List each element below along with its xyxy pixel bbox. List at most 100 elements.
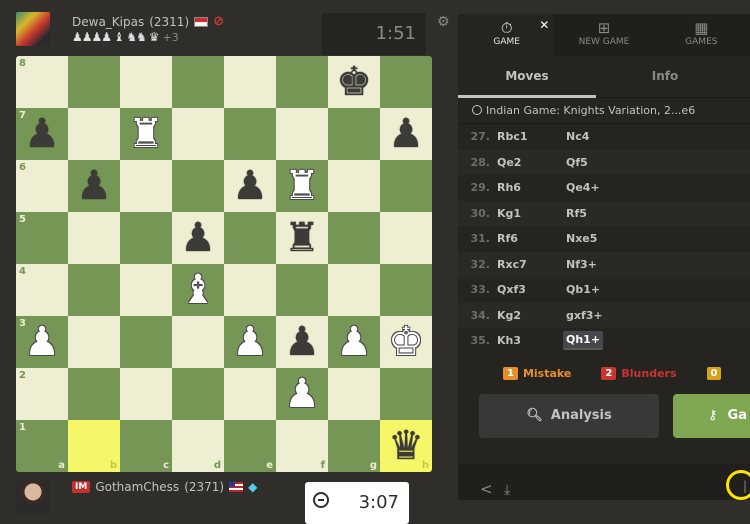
first-move-button[interactable]: | bbox=[726, 470, 750, 500]
square-h4[interactable] bbox=[380, 264, 432, 316]
white-move[interactable]: Kg1 bbox=[495, 207, 563, 220]
black-pawn-piece[interactable]: ♟ bbox=[284, 322, 320, 362]
black-move[interactable]: Nf3+ bbox=[563, 256, 600, 273]
square-f3[interactable]: ♟ bbox=[276, 316, 328, 368]
black-pawn-piece[interactable]: ♟ bbox=[24, 114, 60, 154]
square-d3[interactable] bbox=[172, 316, 224, 368]
black-move[interactable]: Rf5 bbox=[563, 205, 590, 222]
top-player-avatar[interactable] bbox=[16, 12, 50, 46]
square-h6[interactable] bbox=[380, 160, 432, 212]
square-b8[interactable] bbox=[68, 56, 120, 108]
square-e3[interactable]: ♟ bbox=[224, 316, 276, 368]
square-h8[interactable] bbox=[380, 56, 432, 108]
black-queen-piece[interactable]: ♛ bbox=[388, 426, 424, 466]
tab-new-game[interactable]: ⊞ NEW GAME bbox=[555, 14, 653, 56]
download-icon[interactable]: ⤓ bbox=[504, 482, 510, 498]
square-a2[interactable]: 2 bbox=[16, 368, 68, 420]
white-bishop-piece[interactable]: ♝ bbox=[180, 270, 216, 310]
square-e7[interactable] bbox=[224, 108, 276, 160]
square-d7[interactable] bbox=[172, 108, 224, 160]
white-move[interactable]: Kg2 bbox=[495, 309, 563, 322]
square-a5[interactable]: 5 bbox=[16, 212, 68, 264]
white-rook-piece[interactable]: ♜ bbox=[284, 166, 320, 206]
stat-blunders[interactable]: 2 Blunders bbox=[601, 367, 677, 380]
square-h1[interactable]: h ♛ bbox=[380, 420, 432, 472]
black-pawn-piece[interactable]: ♟ bbox=[388, 114, 424, 154]
square-h3[interactable]: ♚ bbox=[380, 316, 432, 368]
square-c2[interactable] bbox=[120, 368, 172, 420]
square-e5[interactable] bbox=[224, 212, 276, 264]
black-king-piece[interactable]: ♚ bbox=[336, 62, 372, 102]
black-pawn-piece[interactable]: ♟ bbox=[76, 166, 112, 206]
square-f6[interactable]: ♜ bbox=[276, 160, 328, 212]
black-move[interactable]: Qh1+ bbox=[563, 331, 604, 351]
square-c5[interactable] bbox=[120, 212, 172, 264]
square-c4[interactable] bbox=[120, 264, 172, 316]
white-move[interactable]: Qe2 bbox=[495, 156, 563, 169]
square-h7[interactable]: ♟ bbox=[380, 108, 432, 160]
white-move[interactable]: Kh3 bbox=[495, 334, 563, 347]
black-pawn-piece[interactable]: ♟ bbox=[232, 166, 268, 206]
white-pawn-piece[interactable]: ♟ bbox=[284, 374, 320, 414]
square-a8[interactable]: 8 bbox=[16, 56, 68, 108]
square-f5[interactable]: ♜ bbox=[276, 212, 328, 264]
opening-name[interactable]: Indian Game: Knights Variation, 2...e6 bbox=[458, 98, 750, 124]
square-h2[interactable] bbox=[380, 368, 432, 420]
square-f1[interactable]: f bbox=[276, 420, 328, 472]
black-pawn-piece[interactable]: ♟ bbox=[180, 218, 216, 258]
square-b5[interactable] bbox=[68, 212, 120, 264]
white-move[interactable]: Rxc7 bbox=[495, 258, 563, 271]
share-icon[interactable]: < bbox=[480, 480, 493, 498]
chess-board[interactable]: 8 ♚ 7 ♟ ♜ ♟ 6 ♟ ♟ ♜ 5 ♟ ♜ 4 ♝ 3 ♟ ♟ ♟ ♟ ♚ 2 ♟ 1 a b c d e f g h ♛ bbox=[16, 56, 432, 472]
square-e8[interactable] bbox=[224, 56, 276, 108]
bottom-player-avatar[interactable] bbox=[16, 480, 50, 514]
stat-mistake[interactable]: 1 Mistake bbox=[503, 367, 571, 380]
square-a6[interactable]: 6 bbox=[16, 160, 68, 212]
square-c8[interactable] bbox=[120, 56, 172, 108]
square-d2[interactable] bbox=[172, 368, 224, 420]
square-c3[interactable] bbox=[120, 316, 172, 368]
white-rook-piece[interactable]: ♜ bbox=[128, 114, 164, 154]
black-move[interactable]: Qf5 bbox=[563, 154, 591, 171]
square-a4[interactable]: 4 bbox=[16, 264, 68, 316]
square-a1[interactable]: 1a bbox=[16, 420, 68, 472]
bottom-player-username[interactable]: GothamChess bbox=[95, 480, 179, 494]
square-f2[interactable]: ♟ bbox=[276, 368, 328, 420]
subtab-moves[interactable]: Moves bbox=[458, 56, 596, 98]
tab-game[interactable]: ⏱ GAME ✕ bbox=[458, 14, 556, 56]
close-icon[interactable]: ✕ bbox=[539, 18, 549, 32]
black-rook-piece[interactable]: ♜ bbox=[284, 218, 320, 258]
gear-icon[interactable]: ⚙ bbox=[437, 14, 450, 30]
white-move[interactable]: Qxf3 bbox=[495, 283, 563, 296]
square-b4[interactable] bbox=[68, 264, 120, 316]
square-g8[interactable]: ♚ bbox=[328, 56, 380, 108]
square-g6[interactable] bbox=[328, 160, 380, 212]
square-b3[interactable] bbox=[68, 316, 120, 368]
white-pawn-piece[interactable]: ♟ bbox=[336, 322, 372, 362]
black-move[interactable]: Qe4+ bbox=[563, 179, 603, 196]
square-e4[interactable] bbox=[224, 264, 276, 316]
square-g5[interactable] bbox=[328, 212, 380, 264]
square-a7[interactable]: 7 ♟ bbox=[16, 108, 68, 160]
white-move[interactable]: Rf6 bbox=[495, 232, 563, 245]
square-e1[interactable]: e bbox=[224, 420, 276, 472]
square-c6[interactable] bbox=[120, 160, 172, 212]
game-review-button[interactable]: ⚷ Ga bbox=[673, 393, 750, 438]
square-d1[interactable]: d bbox=[172, 420, 224, 472]
square-f8[interactable] bbox=[276, 56, 328, 108]
black-move[interactable]: Nc4 bbox=[563, 128, 592, 145]
white-pawn-piece[interactable]: ♟ bbox=[24, 322, 60, 362]
square-d4[interactable]: ♝ bbox=[172, 264, 224, 316]
white-move[interactable]: Rbc1 bbox=[495, 130, 563, 143]
square-b6[interactable]: ♟ bbox=[68, 160, 120, 212]
square-f7[interactable] bbox=[276, 108, 328, 160]
stat-other[interactable]: 0 bbox=[706, 367, 727, 380]
square-d6[interactable] bbox=[172, 160, 224, 212]
square-b7[interactable] bbox=[68, 108, 120, 160]
square-c7[interactable]: ♜ bbox=[120, 108, 172, 160]
subtab-info[interactable]: Info bbox=[596, 56, 734, 97]
square-c1[interactable]: c bbox=[120, 420, 172, 472]
square-g2[interactable] bbox=[328, 368, 380, 420]
black-move[interactable]: Nxe5 bbox=[563, 230, 600, 247]
square-d8[interactable] bbox=[172, 56, 224, 108]
